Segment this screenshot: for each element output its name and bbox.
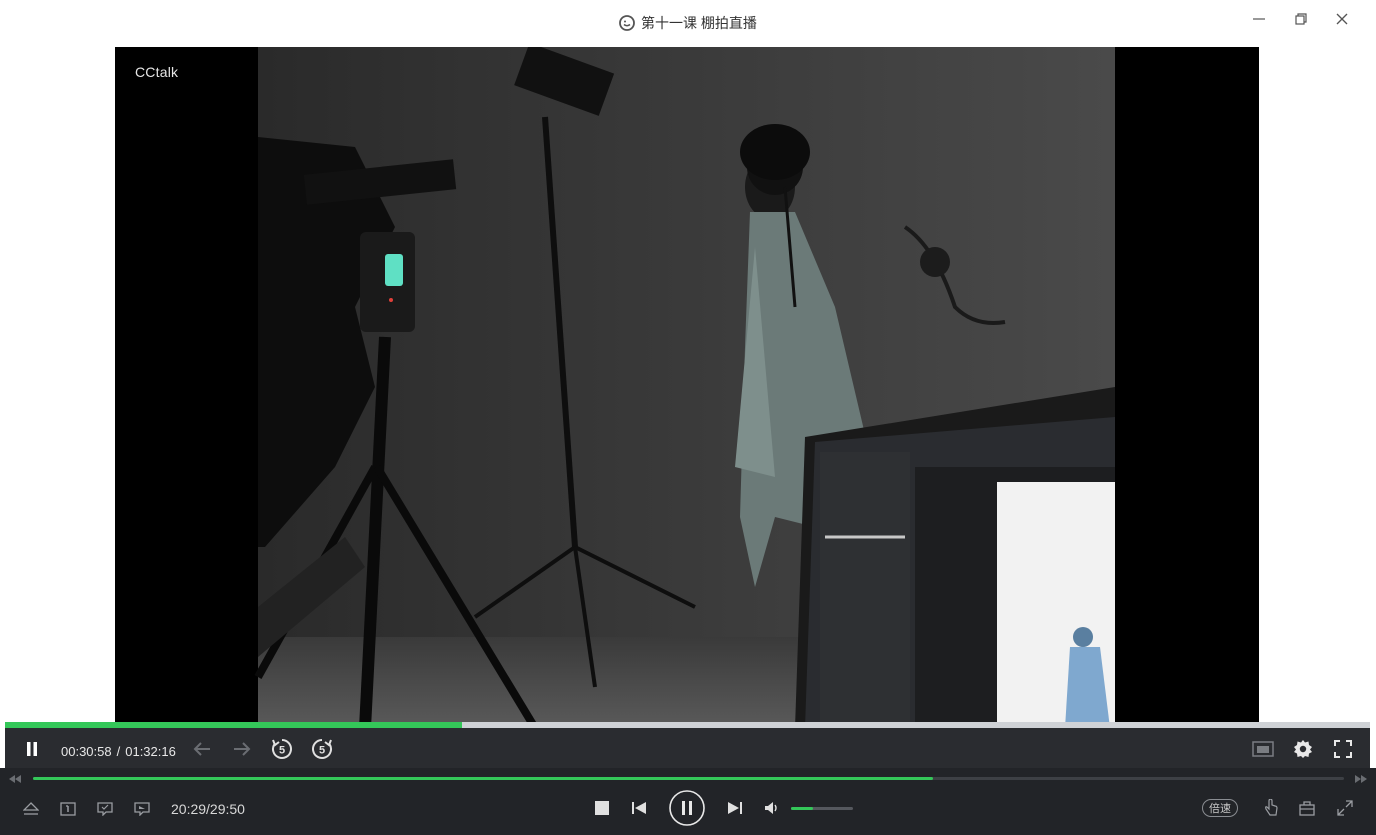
screenshot-button[interactable] <box>96 800 114 818</box>
current-time: 00:30:58 <box>61 744 112 759</box>
stop-icon <box>595 801 609 815</box>
player-bar: 20:29/29:50 倍速 <box>0 768 1376 835</box>
restore-button[interactable] <box>1287 8 1315 30</box>
touch-button[interactable] <box>1262 799 1280 817</box>
video-watermark: CCtalk <box>135 64 179 80</box>
forward-5s-button[interactable]: 5 <box>311 738 333 760</box>
video-player[interactable]: CCtalk <box>115 47 1259 728</box>
window-border-right <box>1370 44 1376 728</box>
video-scene <box>115 47 1259 728</box>
toolbox-button[interactable] <box>1298 799 1316 817</box>
speed-button[interactable]: 倍速 <box>1202 799 1238 817</box>
hand-icon <box>1265 799 1278 816</box>
total-time: 01:32:16 <box>125 744 176 759</box>
volume-level <box>791 807 813 810</box>
elapsed-time: 20:29/29:50 <box>171 801 245 817</box>
screenshot-icon <box>97 802 113 816</box>
video-control-bar: 00:30:58 / 01:32:16 5 5 <box>5 728 1370 768</box>
title-group: 第十一课 棚拍直播 <box>0 12 1376 34</box>
stop-button[interactable] <box>594 800 610 816</box>
expand-icon <box>1337 800 1353 816</box>
prev-icon <box>632 802 646 814</box>
expand-button[interactable] <box>1336 799 1354 817</box>
seek-bar[interactable] <box>33 777 1344 780</box>
next-button[interactable] <box>726 800 744 816</box>
minimize-button[interactable] <box>1245 8 1273 30</box>
volume-icon <box>765 802 777 814</box>
picture-in-picture-button[interactable] <box>1252 738 1274 760</box>
volume-slider[interactable] <box>791 807 853 810</box>
settings-button[interactable] <box>1292 738 1314 760</box>
seek-back-icon <box>9 775 21 783</box>
time-separator: / <box>116 744 121 759</box>
seek-forward-button[interactable] <box>1354 772 1368 786</box>
seek-back-button[interactable] <box>8 772 22 786</box>
fullscreen-button[interactable] <box>1332 738 1354 760</box>
fullscreen-icon <box>1334 740 1352 758</box>
pip-icon <box>1252 741 1274 757</box>
pause-circle-icon <box>669 790 705 826</box>
restore-icon <box>1295 13 1307 25</box>
pause-button[interactable] <box>21 738 43 760</box>
next-lesson-button[interactable] <box>231 738 253 760</box>
toolbox-icon <box>1299 801 1315 816</box>
eject-icon <box>23 802 39 815</box>
subtitle-button[interactable] <box>59 800 77 818</box>
next-icon <box>728 802 742 814</box>
subtitle-icon <box>60 802 76 816</box>
time-readout: 00:30:58 / 01:32:16 <box>61 744 176 759</box>
settings-icon <box>1294 740 1312 758</box>
seek-forward-icon <box>1355 775 1367 783</box>
rewind-5s-button[interactable]: 5 <box>271 738 293 760</box>
back-arrow-icon <box>193 742 210 756</box>
app-logo-icon <box>619 15 635 31</box>
play-pause-button[interactable] <box>669 790 705 826</box>
minimize-icon <box>1253 18 1265 20</box>
volume-button[interactable] <box>763 800 781 816</box>
record-icon <box>134 802 150 816</box>
window-title: 第十一课 棚拍直播 <box>641 15 757 31</box>
svg-text:5: 5 <box>279 745 285 757</box>
eject-button[interactable] <box>22 800 40 818</box>
previous-button[interactable] <box>630 800 648 816</box>
svg-text:5: 5 <box>319 745 325 757</box>
pause-icon <box>27 742 37 756</box>
rewind-5s-icon: 5 <box>272 739 292 759</box>
forward-arrow-icon <box>234 742 251 756</box>
close-icon <box>1336 13 1348 25</box>
close-button[interactable] <box>1328 8 1356 30</box>
previous-lesson-button[interactable] <box>191 738 213 760</box>
forward-5s-icon: 5 <box>312 739 332 759</box>
seek-bar-fill <box>33 777 933 780</box>
record-button[interactable] <box>133 800 151 818</box>
title-bar: 第十一课 棚拍直播 <box>0 0 1376 44</box>
